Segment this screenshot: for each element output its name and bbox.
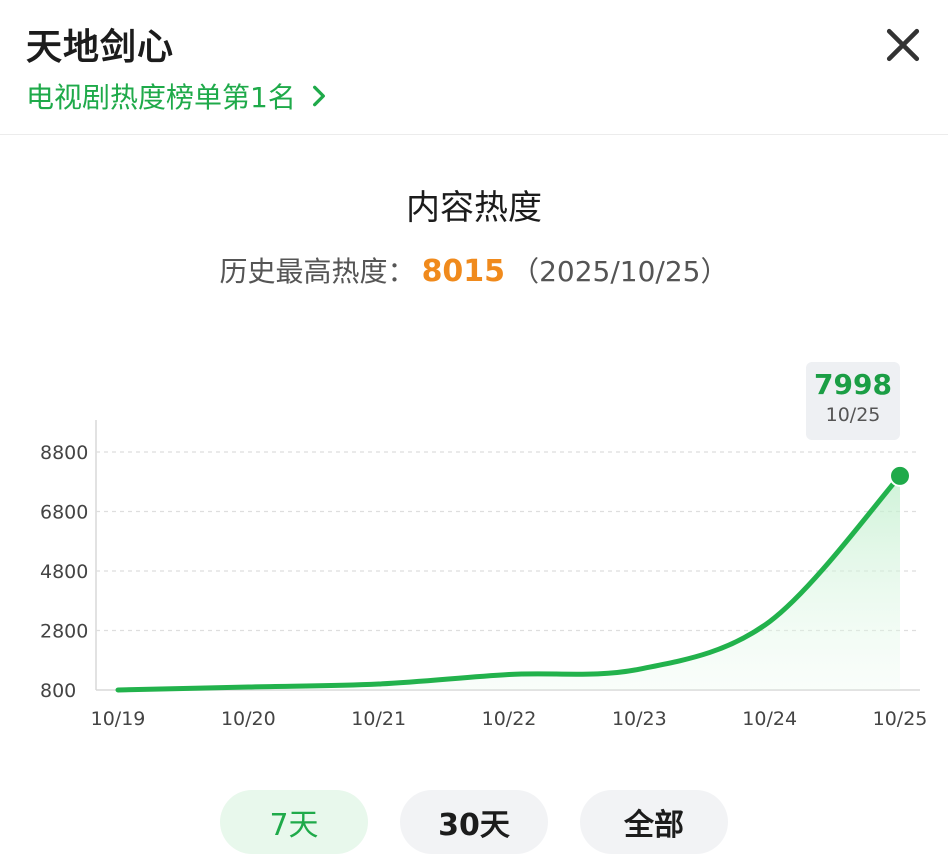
latest-point <box>889 464 911 487</box>
y-tick-label: 2800 <box>40 621 88 643</box>
x-tick-label: 10/25 <box>873 708 928 730</box>
tooltip-date: 10/25 <box>825 404 881 426</box>
y-tick-label: 800 <box>40 680 76 702</box>
range-tabs: 7天 30天 全部 <box>0 790 948 856</box>
header: 天地剑心 电视剧热度榜单第1名 <box>0 0 948 135</box>
x-tick-label: 10/24 <box>742 708 797 730</box>
y-tick-label: 4800 <box>40 561 88 583</box>
y-tick-label: 8800 <box>40 442 88 464</box>
tab-7-days[interactable]: 7天 <box>220 790 368 854</box>
x-tick-label: 10/20 <box>221 708 276 730</box>
peak-value: 8015 <box>421 254 506 289</box>
series-area <box>118 475 900 690</box>
x-tick-label: 10/21 <box>351 708 406 730</box>
x-tick-label: 10/22 <box>482 708 537 730</box>
section-title: 内容热度 <box>406 188 542 228</box>
ranking-link[interactable]: 电视剧热度榜单第1名 <box>26 76 332 116</box>
peak-date: （2025/10/25） <box>511 255 729 288</box>
chevron-right-icon <box>312 85 325 107</box>
x-tick-label: 10/19 <box>91 708 146 730</box>
x-tick-label: 10/23 <box>612 708 667 730</box>
tab-30-days[interactable]: 30天 <box>400 790 548 854</box>
show-title: 天地剑心 <box>26 27 175 68</box>
peak-heat-line: 历史最高热度： 8015 （2025/10/25） <box>0 250 948 290</box>
chart-tooltip: 7998 10/25 <box>806 362 900 440</box>
close-icon[interactable] <box>880 22 926 68</box>
tooltip-value: 7998 <box>814 368 892 401</box>
tab-all[interactable]: 全部 <box>580 790 728 854</box>
y-tick-label: 6800 <box>40 502 88 524</box>
ranking-link-label: 电视剧热度榜单第1名 <box>26 81 296 114</box>
peak-label: 历史最高热度： <box>219 255 416 288</box>
